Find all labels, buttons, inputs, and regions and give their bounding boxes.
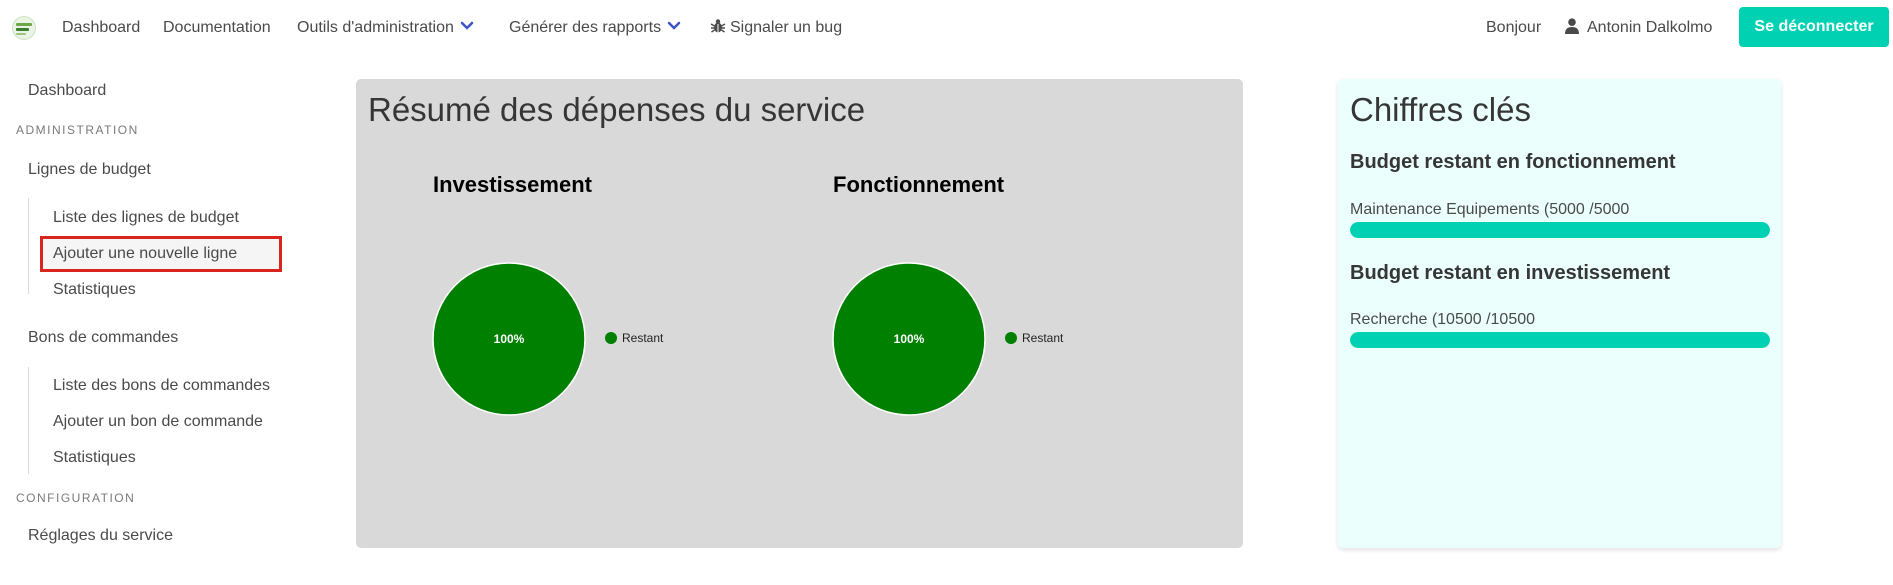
investissement-heading: Budget restant en investissement [1350,262,1671,284]
sidebar-budget-lines[interactable]: Lignes de budget [28,161,151,179]
sidebar-orders[interactable]: Bons de commandes [28,329,178,347]
submenu-divider [28,367,29,474]
nav-admin-tools[interactable]: Outils d'administration [297,0,474,55]
chart-title-investissement: Investissement [433,172,592,197]
fonctionnement-budget-line: Maintenance Equipements (5000 /5000 [1350,201,1630,218]
greeting-text: Bonjour [1486,19,1542,36]
logout-button[interactable]: Se déconnecter [1739,7,1889,47]
legend-label-restant: Restant [622,331,664,345]
legend-label-restant: Restant [1022,331,1064,345]
pie-slice-label: 100% [894,332,925,346]
sidebar-label-administration: ADMINISTRATION [16,123,139,137]
investissement-progress-bar [1350,332,1770,348]
summary-title: Résumé des dépenses du service [368,91,866,128]
user-icon [1565,18,1579,35]
investissement-budget-line: Recherche (10500 /10500 [1350,311,1536,328]
nav-reports[interactable]: Générer des rapports [509,0,681,55]
user-name: Antonin Dalkolmo [1587,19,1713,36]
nav-dashboard[interactable]: Dashboard [62,0,140,55]
sidebar-orders-stats[interactable]: Statistiques [53,449,136,467]
key-figures-panel: Chiffres clés Budget restant en fonction… [1338,79,1781,548]
progress-fill [1350,332,1770,348]
pie-chart-investissement: 100% [432,262,586,416]
key-figures-title: Chiffres clés [1350,91,1531,128]
top-navbar: Dashboard Documentation Outils d'adminis… [0,0,1893,55]
expenses-summary-panel: Résumé des dépenses du service Investiss… [356,79,1243,548]
legend-swatch [1005,332,1017,344]
legend-swatch [605,332,617,344]
bug-icon [710,19,726,33]
chevron-down-icon [460,22,474,31]
sidebar-add-budget-line[interactable]: Ajouter une nouvelle ligne [53,245,237,263]
nav-report-bug-label: Signaler un bug [730,19,843,36]
chart-title-fonctionnement: Fonctionnement [833,172,1005,197]
nav-admin-tools-label: Outils d'administration [297,19,454,36]
fonctionnement-heading: Budget restant en fonctionnement [1350,151,1676,173]
chevron-down-icon [667,22,681,31]
sidebar-orders-list[interactable]: Liste des bons de commandes [53,377,270,395]
sidebar-budget-list[interactable]: Liste des lignes de budget [53,209,239,227]
sidebar-add-order[interactable]: Ajouter un bon de commande [53,413,263,431]
pie-slice-label: 100% [494,332,525,346]
sidebar-label-configuration: CONFIGURATION [16,491,136,505]
submenu-divider [28,198,29,294]
nav-report-bug[interactable]: Signaler un bug [710,0,842,55]
app-logo[interactable] [12,16,36,40]
sidebar-service-settings[interactable]: Réglages du service [28,527,173,545]
sidebar-dashboard[interactable]: Dashboard [28,82,106,100]
nav-reports-label: Générer des rapports [509,19,662,36]
sidebar-budget-stats[interactable]: Statistiques [53,281,136,299]
fonctionnement-progress-bar [1350,222,1770,238]
user-menu[interactable]: Antonin Dalkolmo [1565,0,1712,55]
pie-chart-fonctionnement: 100% [832,262,986,416]
nav-documentation[interactable]: Documentation [163,0,271,55]
progress-fill [1350,222,1770,238]
